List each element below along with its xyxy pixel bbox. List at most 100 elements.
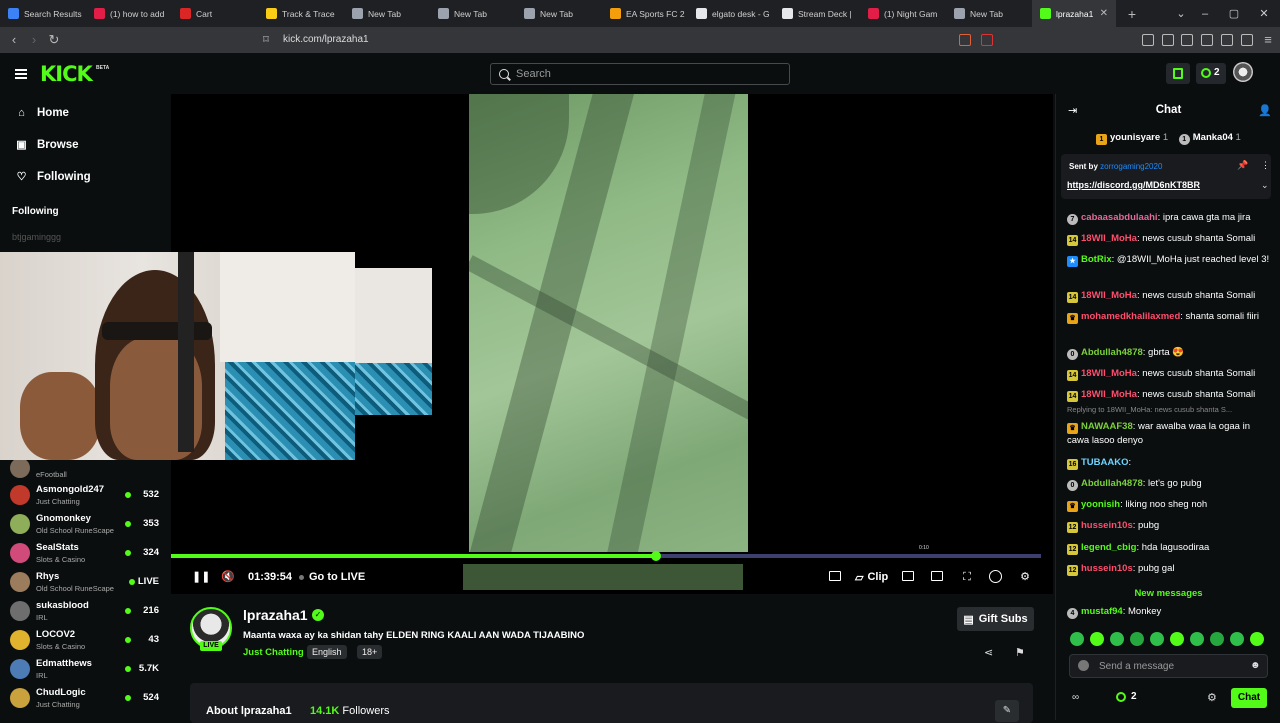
- kick-logo[interactable]: KICK: [40, 62, 93, 86]
- pause-icon[interactable]: ❚❚: [192, 570, 210, 584]
- pip-icon[interactable]: [829, 571, 841, 581]
- followed-channel[interactable]: Rhys Old School RuneScape LIVE: [10, 570, 165, 596]
- close-window-icon[interactable]: ✕: [1249, 0, 1279, 27]
- chat-username[interactable]: 18WII_MoHa: [1081, 233, 1137, 244]
- chat-username[interactable]: NAWAAF38: [1081, 421, 1133, 432]
- chat-username[interactable]: Abdullah4878: [1081, 478, 1143, 489]
- media-icon[interactable]: [1162, 34, 1174, 46]
- reload-icon[interactable]: ↻: [46, 32, 62, 48]
- followed-channel[interactable]: Edmatthews IRL 5.7K: [10, 657, 165, 683]
- chat-input[interactable]: Send a message ☻: [1069, 654, 1268, 678]
- hamburger-icon[interactable]: [15, 69, 27, 79]
- emote-icon[interactable]: [1250, 632, 1264, 646]
- sidebar-item-following[interactable]: ♡ Following: [16, 168, 91, 186]
- maximize-icon[interactable]: ▢: [1219, 0, 1249, 27]
- report-icon[interactable]: ⚑: [1015, 646, 1025, 659]
- replay-icon[interactable]: [989, 570, 1002, 583]
- leaderboard-button[interactable]: [1166, 63, 1190, 84]
- close-tab-icon[interactable]: ✕: [1100, 8, 1108, 19]
- chat-username[interactable]: 18WII_MoHa: [1081, 290, 1137, 301]
- browser-tab-active[interactable]: lprazaha1 ✕: [1032, 0, 1116, 27]
- leo-icon[interactable]: [1221, 34, 1233, 46]
- infinity-icon[interactable]: ∞: [1072, 692, 1079, 703]
- chat-username[interactable]: yoonisih: [1081, 499, 1120, 510]
- chat-username[interactable]: TUBAAKO: [1081, 457, 1129, 468]
- chat-settings-icon[interactable]: ⚙: [1207, 691, 1217, 704]
- new-tab-icon[interactable]: +: [1122, 6, 1142, 22]
- emote-icon[interactable]: [1190, 632, 1204, 646]
- browser-tab[interactable]: Search Results: [0, 0, 86, 27]
- chat-username[interactable]: cabaasabdulaahi: [1081, 212, 1158, 223]
- emoji-icon[interactable]: ☻: [1250, 660, 1261, 671]
- chat-username[interactable]: 18WII_MoHa: [1081, 389, 1137, 400]
- pinned-link[interactable]: https://discord.gg/MD6nKT8BR: [1067, 180, 1200, 190]
- browser-tab[interactable]: (1) Night Gam: [860, 0, 946, 27]
- go-live-button[interactable]: Go to LIVE: [299, 570, 365, 584]
- gift-subs-button[interactable]: ▤ Gift Subs: [957, 607, 1034, 631]
- url-field[interactable]: kick.com/lprazaha1: [283, 32, 1003, 48]
- new-messages-banner[interactable]: New messages: [1056, 588, 1280, 599]
- pinned-message[interactable]: Sent by zorrogaming2020 📌 ⋮ ⌄ https://di…: [1061, 154, 1271, 199]
- browser-tab[interactable]: New Tab: [344, 0, 430, 27]
- tag-mature[interactable]: 18+: [357, 645, 383, 659]
- browser-tab[interactable]: New Tab: [430, 0, 516, 27]
- chat-send-button[interactable]: Chat: [1231, 688, 1267, 708]
- brave-shield-icon[interactable]: [959, 34, 971, 46]
- emote-icon[interactable]: [1230, 632, 1244, 646]
- bookmark-icon[interactable]: ⌑: [258, 32, 274, 48]
- emote-icon[interactable]: [1150, 632, 1164, 646]
- points-button[interactable]: 2: [1196, 63, 1226, 84]
- edit-icon[interactable]: ✎: [995, 700, 1019, 722]
- pin-icon[interactable]: 📌: [1237, 160, 1248, 171]
- chat-username[interactable]: legend_cbig: [1081, 542, 1136, 553]
- emote-icon[interactable]: [1210, 632, 1224, 646]
- followed-channel[interactable]: ChudLogic Just Chatting 524: [10, 686, 165, 712]
- mute-icon[interactable]: 🔇: [221, 570, 235, 584]
- tag-language[interactable]: English: [307, 645, 347, 659]
- sidebar-item-browse[interactable]: ▣ Browse: [16, 136, 78, 154]
- followed-channel[interactable]: LOCOV2 Slots & Casino 43: [10, 628, 165, 654]
- chat-username[interactable]: BotRix: [1081, 254, 1112, 265]
- emote-icon[interactable]: [1130, 632, 1144, 646]
- seek-bar[interactable]: [171, 551, 1041, 561]
- share-icon[interactable]: ⋖: [984, 646, 993, 659]
- chat-username[interactable]: hussein10s: [1081, 563, 1133, 574]
- sidebar-faded-item[interactable]: btjgaminggg: [12, 232, 61, 242]
- expand-pinned-icon[interactable]: ⌄: [1261, 180, 1269, 191]
- forward-icon[interactable]: ›: [26, 32, 42, 48]
- browser-tab[interactable]: Stream Deck |: [774, 0, 860, 27]
- sidebar-icon[interactable]: [1181, 34, 1193, 46]
- rewards-icon[interactable]: [981, 34, 993, 46]
- sidebar-item-home[interactable]: ⌂ Home: [16, 104, 69, 122]
- clip-button[interactable]: ▱ Clip: [855, 570, 888, 584]
- chat-username[interactable]: hussein10s: [1081, 520, 1133, 531]
- browser-tab[interactable]: New Tab: [516, 0, 602, 27]
- followed-channel[interactable]: Asmongold247 Just Chatting 532: [10, 483, 165, 509]
- followed-channel[interactable]: sukasblood IRL 216: [10, 599, 165, 625]
- more-options-icon[interactable]: ⋮: [1261, 160, 1270, 171]
- menu-icon[interactable]: ≡: [1260, 32, 1276, 48]
- captions-icon[interactable]: [902, 571, 914, 581]
- search-input[interactable]: Search: [490, 63, 790, 85]
- chat-users-icon[interactable]: 👤: [1258, 104, 1272, 117]
- theater-icon[interactable]: [931, 571, 943, 581]
- fullscreen-icon[interactable]: ⛶: [960, 570, 974, 584]
- category-link[interactable]: Just Chatting: [243, 647, 304, 658]
- browser-tab[interactable]: New Tab: [946, 0, 1032, 27]
- wallet-icon[interactable]: [1201, 34, 1213, 46]
- browser-tab[interactable]: Track & Trace: [258, 0, 344, 27]
- emote-icon[interactable]: [1170, 632, 1184, 646]
- chat-identity-icon[interactable]: [1078, 660, 1089, 671]
- browser-tab[interactable]: (1) how to add: [86, 0, 172, 27]
- vpn-icon[interactable]: [1241, 34, 1253, 46]
- browser-tab[interactable]: elgato desk - G: [688, 0, 774, 27]
- user-avatar[interactable]: [1233, 62, 1253, 82]
- emote-icon[interactable]: [1110, 632, 1124, 646]
- browser-tab[interactable]: EA Sports FC 2: [602, 0, 688, 27]
- minimize-icon[interactable]: –: [1190, 0, 1220, 27]
- chat-username[interactable]: Abdullah4878: [1081, 347, 1143, 358]
- followed-channel[interactable]: SealStats Slots & Casino 324: [10, 541, 165, 567]
- emote-icon[interactable]: [1090, 632, 1104, 646]
- back-icon[interactable]: ‹: [6, 32, 22, 48]
- followed-channel[interactable]: Gnomonkey Old School RuneScape 353: [10, 512, 165, 538]
